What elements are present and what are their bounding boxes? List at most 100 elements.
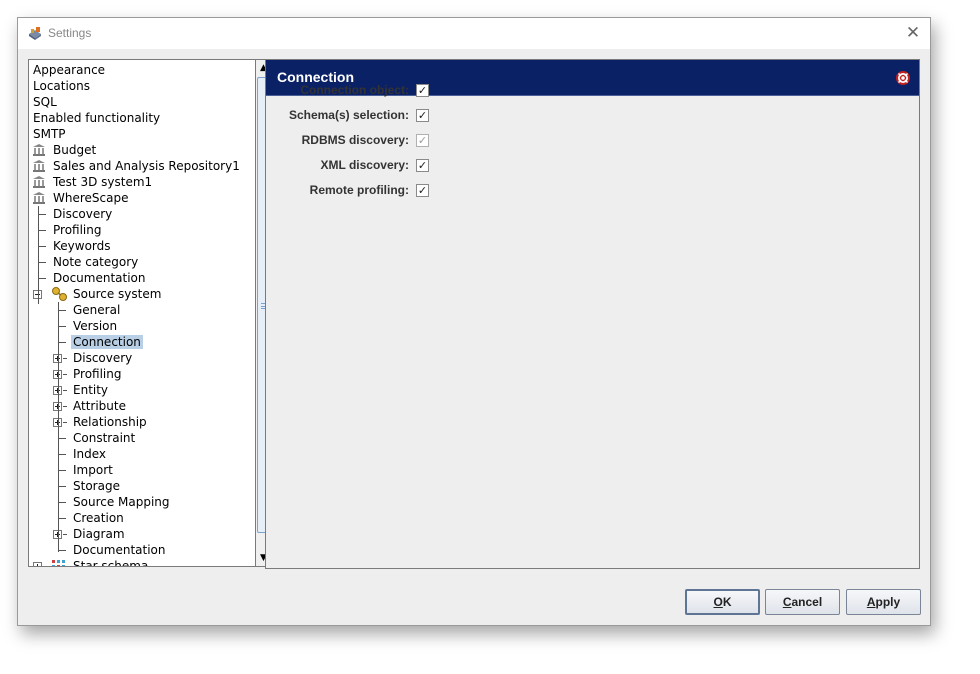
tree-item-label: Documentation <box>73 543 166 557</box>
tree-item-label: Test 3D system1 <box>53 175 153 189</box>
tree-item[interactable]: Note category <box>51 254 140 270</box>
field-checkbox[interactable]: ✓ <box>416 184 429 197</box>
settings-dialog: Settings ✕ Appearance Locations SQL Enabled… <box>17 17 931 626</box>
tree-connector <box>63 406 67 407</box>
tree-item-label: Keywords <box>53 239 111 253</box>
tree-item[interactable]: Index <box>71 446 108 462</box>
tree-item-label: Diagram <box>73 527 125 541</box>
tree-item[interactable]: Documentation <box>71 542 168 558</box>
tree-item[interactable]: WhereScape <box>51 190 130 206</box>
tree-connector <box>63 422 67 423</box>
field-row: RDBMS discovery: <box>266 133 409 149</box>
tree-item-label: Enabled functionality <box>33 111 161 125</box>
tree-item[interactable]: Test 3D system1 <box>51 174 154 190</box>
tree-item-label: SMTP <box>33 127 66 141</box>
field-label: Connection object: <box>300 83 409 97</box>
tree-item[interactable]: Import <box>71 462 115 478</box>
tree-item[interactable]: Constraint <box>71 430 137 446</box>
settings-tree[interactable]: Appearance Locations SQL Enabled functional… <box>28 59 255 567</box>
repository-icon <box>33 176 45 188</box>
tree-connector <box>58 342 66 343</box>
tree-connector <box>58 438 66 439</box>
tree-item[interactable]: Entity <box>71 382 110 398</box>
help-icon[interactable] <box>896 71 910 85</box>
tree-item-label: Entity <box>73 383 109 397</box>
close-button[interactable]: ✕ <box>902 22 924 44</box>
tree-item[interactable]: Version <box>71 318 119 334</box>
field-checkbox: ✓ <box>416 134 429 147</box>
apply-label: pply <box>875 595 901 609</box>
field-checkbox[interactable]: ✓ <box>416 109 429 122</box>
tree-item-label: Discovery <box>73 351 133 365</box>
tree-guide-line <box>38 206 39 304</box>
tree-item-label: Relationship <box>73 415 147 429</box>
tree-item-label: Note category <box>53 255 139 269</box>
ok-button[interactable]: OK <box>685 589 760 615</box>
tree-item-label: Source Mapping <box>73 495 170 509</box>
field-row: Schema(s) selection: <box>266 108 409 124</box>
tree-item[interactable]: Appearance <box>31 62 107 78</box>
tree-item[interactable]: Discovery <box>71 350 134 366</box>
tree-item-label: Budget <box>53 143 97 157</box>
field-label: RDBMS discovery: <box>301 133 409 147</box>
tree-item[interactable]: SMTP <box>31 126 68 142</box>
tree-item-label: Locations <box>33 79 91 93</box>
tree-item[interactable]: Star schema <box>71 558 150 567</box>
expand-icon <box>33 562 42 566</box>
tree-item-label: General <box>73 303 121 317</box>
tree-guide-line <box>58 302 59 552</box>
tree-item-label: Documentation <box>53 271 146 285</box>
tree-item[interactable]: SQL <box>31 94 59 110</box>
tree-connector <box>63 358 67 359</box>
tree-item-label: Sales and Analysis Repository1 <box>53 159 240 173</box>
field-checkbox[interactable]: ✓ <box>416 159 429 172</box>
tree-item[interactable]: Documentation <box>51 270 148 286</box>
tree-item-label: Profiling <box>53 223 102 237</box>
cancel-button[interactable]: Cancel <box>765 589 840 615</box>
field-label: Schema(s) selection: <box>288 108 409 122</box>
field-label: Remote profiling: <box>309 183 409 197</box>
tree-connector <box>63 390 67 391</box>
tree-item-label: Storage <box>73 479 120 493</box>
field-checkbox[interactable]: ✓ <box>416 84 429 97</box>
tree-item[interactable]: Attribute <box>71 398 128 414</box>
tree-item[interactable]: Locations <box>31 78 92 94</box>
tree-item-label: Version <box>73 319 118 333</box>
apply-mnemonic: A <box>866 595 876 609</box>
ok-mnemonic: O <box>713 595 723 609</box>
field-row: Connection object: <box>266 83 409 99</box>
tree-item[interactable]: Keywords <box>51 238 113 254</box>
tree-item-label: WhereScape <box>53 191 129 205</box>
tree-item[interactable]: Connection <box>71 334 143 350</box>
tree-connector <box>58 326 66 327</box>
tree-connector <box>58 550 66 551</box>
tree-item[interactable]: Budget <box>51 142 98 158</box>
tree-item[interactable]: Profiling <box>51 222 104 238</box>
tree-item[interactable]: Sales and Analysis Repository1 <box>51 158 242 174</box>
repository-icon <box>33 160 45 172</box>
tree-item[interactable]: Source system <box>71 286 163 302</box>
tree-item[interactable]: Relationship <box>71 414 149 430</box>
field-row: Remote profiling: <box>266 183 409 199</box>
tree-connector <box>38 262 46 263</box>
repository-icon <box>33 192 45 204</box>
settings-content-panel: Connection Connection object: ✓ Schema(s) … <box>265 59 920 569</box>
tree-item[interactable]: Discovery <box>51 206 114 222</box>
app-logo-icon <box>29 27 41 40</box>
tree-item[interactable]: Creation <box>71 510 126 526</box>
tree-item[interactable]: Storage <box>71 478 122 494</box>
tree-connector <box>38 278 46 279</box>
tree-item-label: Profiling <box>73 367 122 381</box>
tree-connector <box>58 502 66 503</box>
tree-item[interactable]: Profiling <box>71 366 124 382</box>
tree-item[interactable]: Enabled functionality <box>31 110 162 126</box>
tree-item-label: Constraint <box>73 431 136 445</box>
apply-button[interactable]: Apply <box>846 589 921 615</box>
tree-item[interactable]: Diagram <box>71 526 127 542</box>
tree-item[interactable]: Source Mapping <box>71 494 172 510</box>
tree-item[interactable]: General <box>71 302 122 318</box>
tree-item-label: Star schema <box>73 559 149 567</box>
repository-icon <box>33 144 45 156</box>
tree-connector <box>38 246 46 247</box>
tree-item-label: Discovery <box>53 207 113 221</box>
